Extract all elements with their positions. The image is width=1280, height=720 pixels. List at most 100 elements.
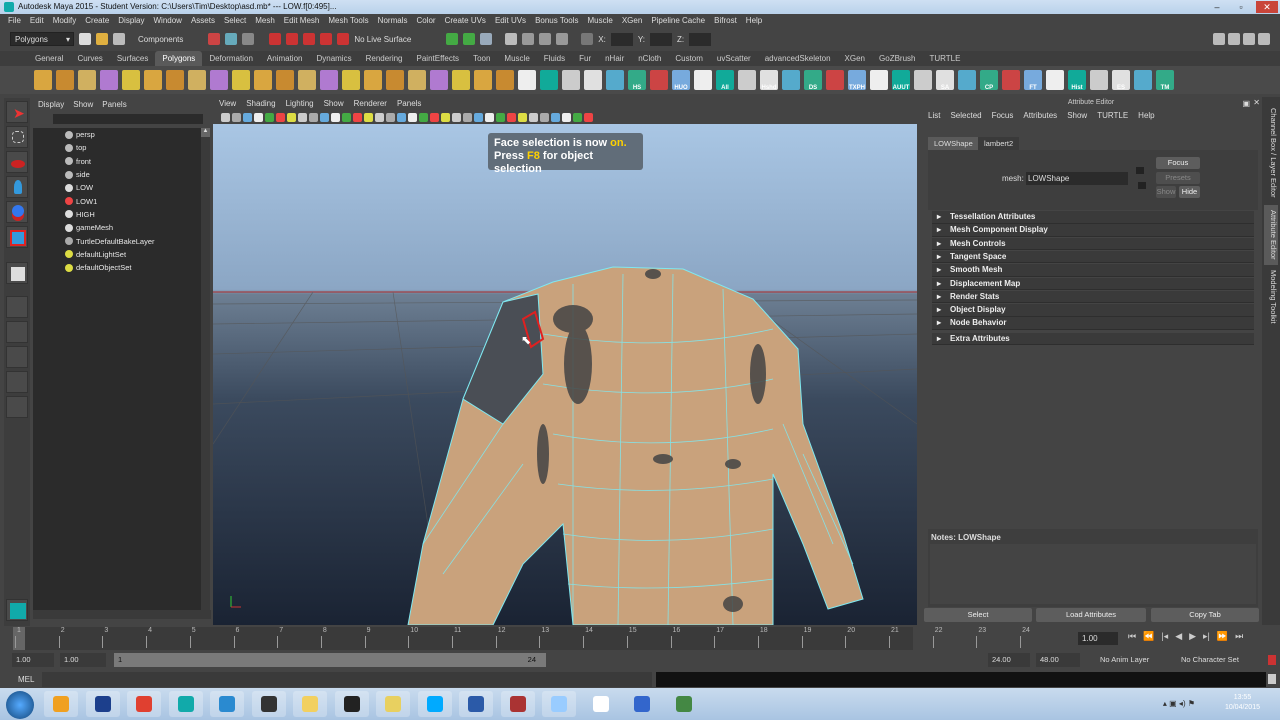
outliner-item-defaultobjectset[interactable]: defaultObjectSet xyxy=(33,261,201,274)
shelf-button[interactable] xyxy=(1046,70,1064,90)
shelf-tab-muscle[interactable]: Muscle xyxy=(497,51,536,66)
current-frame-field[interactable]: 1.00 xyxy=(1078,632,1118,645)
shelf-button[interactable] xyxy=(232,70,250,90)
menu-file[interactable]: File xyxy=(8,14,21,28)
select-tool[interactable]: ➤ xyxy=(6,101,28,123)
viewport-toolbar-icon[interactable] xyxy=(364,112,373,122)
shelf-button[interactable] xyxy=(210,70,228,90)
taskbar-chrome-button[interactable] xyxy=(127,691,161,717)
tab-lowshape[interactable]: LOWShape xyxy=(928,137,979,150)
shelf-button[interactable] xyxy=(738,70,756,90)
viewport-toolbar-icon[interactable] xyxy=(551,112,560,122)
command-input[interactable] xyxy=(42,672,652,687)
shelf-tab-toon[interactable]: Toon xyxy=(466,51,497,66)
z-field[interactable] xyxy=(689,32,712,46)
outliner-menu-display[interactable]: Display xyxy=(38,98,64,112)
menu-create[interactable]: Create xyxy=(85,14,109,28)
section-displacement-map[interactable]: Displacement Map xyxy=(932,277,1254,290)
character-set-dropdown[interactable]: No Character Set xyxy=(1177,653,1252,667)
close-button[interactable]: ✕ xyxy=(1256,1,1278,13)
minimize-button[interactable]: – xyxy=(1206,1,1228,13)
script-editor-icon[interactable] xyxy=(1268,674,1276,684)
time-slider[interactable]: 1 2 3 4 5 6 7 8 9 10 11 12 13 14 15 16 17 18 19 20 21 22 23 24 xyxy=(13,627,1030,650)
shelf-button[interactable] xyxy=(584,70,602,90)
menu-edit[interactable]: Edit xyxy=(30,14,44,28)
focus-button[interactable]: Focus xyxy=(1156,157,1200,169)
shelf-button[interactable]: TXPH xyxy=(848,70,866,91)
shelf-button[interactable] xyxy=(408,70,426,90)
construction-history-icon[interactable] xyxy=(480,33,493,45)
menu-select[interactable]: Select xyxy=(224,14,246,28)
viewport-menu-renderer[interactable]: Renderer xyxy=(354,98,387,110)
persp-outliner-layout-button[interactable] xyxy=(6,346,28,368)
taskbar-word-button[interactable] xyxy=(459,691,493,717)
ae-menu-help[interactable]: Help xyxy=(1138,109,1154,123)
shelf-button[interactable]: DS xyxy=(804,70,822,91)
command-language-label[interactable]: MEL xyxy=(18,675,34,684)
x-field[interactable] xyxy=(610,32,633,46)
shelf-button[interactable] xyxy=(166,70,184,90)
scene-start-field[interactable]: 1.00 xyxy=(12,653,54,667)
shelf-button[interactable] xyxy=(958,70,976,90)
shelf-tab-polygons[interactable]: Polygons xyxy=(155,51,203,66)
shelf-button[interactable] xyxy=(34,70,52,90)
menu-create-uvs[interactable]: Create UVs xyxy=(445,14,486,28)
select-button[interactable]: Select xyxy=(924,608,1032,622)
tray-icons[interactable]: ▴ ▣ ◂) ⚑ xyxy=(1163,699,1195,708)
save-scene-icon[interactable] xyxy=(113,33,125,45)
menu-set-dropdown[interactable]: Polygons xyxy=(10,32,74,46)
taskbar-hp-button[interactable] xyxy=(210,691,244,717)
selection-mode-label[interactable]: Components xyxy=(138,35,183,44)
select-by-hierarchy-icon[interactable] xyxy=(208,33,221,45)
outliner-item-turtledefaultbakelayer[interactable]: TurtleDefaultBakeLayer xyxy=(33,234,201,247)
shelf-tab-general[interactable]: General xyxy=(28,51,70,66)
input-connection-icon[interactable] xyxy=(1136,167,1144,174)
shelf-tab-fur[interactable]: Fur xyxy=(572,51,598,66)
menu-bifrost[interactable]: Bifrost xyxy=(714,14,737,28)
outliner-item-gamemesh[interactable]: gameMesh xyxy=(33,221,201,234)
step-forward-frame-button[interactable]: ▸| xyxy=(1203,631,1210,642)
new-scene-icon[interactable] xyxy=(79,33,91,45)
shelf-button[interactable] xyxy=(782,70,800,90)
outliner-item-front[interactable]: front xyxy=(33,155,201,168)
viewport-toolbar-icon[interactable] xyxy=(540,112,549,122)
play-backwards-button[interactable]: ◀ xyxy=(1175,631,1182,642)
viewport-toolbar-icon[interactable] xyxy=(375,112,384,122)
section-extra-attributes[interactable]: Extra Attributes xyxy=(932,332,1254,346)
viewport-menu-show[interactable]: Show xyxy=(324,98,344,110)
viewport-toolbar-icon[interactable] xyxy=(430,112,439,122)
modeling-toolkit-icon[interactable] xyxy=(6,599,28,621)
viewport-toolbar-icon[interactable] xyxy=(452,112,461,122)
outliner-item-side[interactable]: side xyxy=(33,168,201,181)
outliner-item-persp[interactable]: persp xyxy=(33,128,201,141)
shelf-button[interactable] xyxy=(78,70,96,90)
viewport-toolbar-icon[interactable] xyxy=(496,112,505,122)
copy-tab-button[interactable]: Copy Tab xyxy=(1151,608,1259,622)
menu-xgen[interactable]: XGen xyxy=(622,14,642,28)
outliner-item-top[interactable]: top xyxy=(33,141,201,154)
outliner-item-high[interactable]: HIGH xyxy=(33,208,201,221)
shelf-button[interactable] xyxy=(430,70,448,90)
outliner-scrollbar[interactable]: ▲ xyxy=(201,128,210,612)
outliner-item-low1[interactable]: LOW1 xyxy=(33,194,201,207)
viewport-toolbar-icon[interactable] xyxy=(221,112,230,122)
taskbar-network-button[interactable] xyxy=(625,691,659,717)
taskbar-notepad-button[interactable] xyxy=(542,691,576,717)
menu-assets[interactable]: Assets xyxy=(191,14,215,28)
shelf-button[interactable] xyxy=(474,70,492,90)
shelf-button[interactable] xyxy=(452,70,470,90)
shelf-tab-ncloth[interactable]: nCloth xyxy=(631,51,668,66)
viewport-toolbar-icon[interactable] xyxy=(386,112,395,122)
viewport-toolbar-icon[interactable] xyxy=(309,112,318,122)
toggle-panel-icon[interactable] xyxy=(1213,33,1225,45)
transform-input-icon[interactable] xyxy=(581,33,594,45)
viewport-toolbar-icon[interactable] xyxy=(441,112,450,122)
shelf-button[interactable] xyxy=(694,70,712,90)
paint-select-tool[interactable] xyxy=(6,151,28,173)
scene-end-field[interactable]: 48.00 xyxy=(1036,653,1080,667)
shelf-button[interactable] xyxy=(914,70,932,90)
step-back-frame-button[interactable]: |◂ xyxy=(1161,631,1168,642)
playback-end-field[interactable]: 24.00 xyxy=(988,653,1030,667)
viewport-toolbar-icon[interactable] xyxy=(265,112,274,122)
viewport-menu-view[interactable]: View xyxy=(219,98,236,110)
